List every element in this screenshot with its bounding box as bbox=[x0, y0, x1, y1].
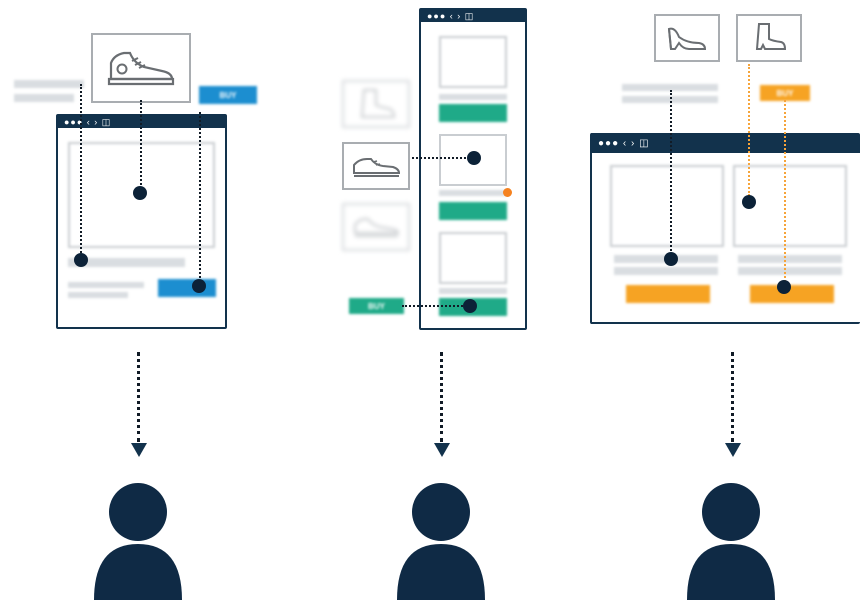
down-arrow-line bbox=[440, 352, 443, 442]
notification-dot bbox=[503, 188, 512, 197]
product-image-sneaker bbox=[91, 33, 191, 103]
ankle-boot-icon bbox=[755, 23, 787, 50]
product-image-placeholder bbox=[610, 165, 724, 247]
product-image-placeholder bbox=[439, 36, 507, 88]
connector-line bbox=[402, 305, 470, 307]
down-arrow-head bbox=[131, 443, 147, 457]
buy-label: BUY bbox=[776, 88, 794, 98]
product-image-placeholder bbox=[439, 232, 507, 284]
browser-window-2: ●●● ‹ › ◫ bbox=[419, 8, 527, 330]
buy-button[interactable] bbox=[626, 285, 710, 303]
sneaker-icon bbox=[107, 51, 175, 86]
connector-dot bbox=[133, 186, 147, 200]
browser-window-3: ●●● ‹ › ◫ bbox=[590, 133, 860, 324]
product-image-high-heel bbox=[654, 14, 720, 62]
text-bar bbox=[439, 288, 507, 294]
connector-line-orange bbox=[784, 100, 786, 286]
text-bar bbox=[738, 267, 842, 275]
connector-line bbox=[412, 157, 474, 159]
user-icon bbox=[391, 478, 491, 608]
connector-dot bbox=[664, 252, 678, 266]
text-bar bbox=[439, 190, 507, 196]
connector-line bbox=[670, 90, 672, 258]
connector-dot bbox=[463, 299, 477, 313]
floating-buy-button[interactable]: BUY bbox=[760, 85, 810, 101]
down-arrow-head bbox=[725, 443, 741, 457]
boot-icon bbox=[360, 89, 396, 118]
product-image-sneaker bbox=[342, 203, 410, 251]
connector-line-orange bbox=[748, 64, 750, 196]
down-arrow-head bbox=[434, 443, 450, 457]
product-image-dress-shoe bbox=[342, 142, 410, 190]
floating-buy-button[interactable]: BUY bbox=[349, 298, 404, 314]
connector-dot bbox=[777, 280, 791, 294]
text-bar bbox=[68, 282, 144, 288]
product-image-ankle-boot bbox=[736, 14, 802, 62]
buy-button[interactable] bbox=[439, 104, 507, 122]
text-bar bbox=[68, 292, 128, 298]
connector-dot bbox=[467, 151, 481, 165]
connector-line bbox=[199, 112, 201, 286]
connector-dot bbox=[74, 253, 88, 267]
buy-button[interactable] bbox=[750, 285, 834, 303]
text-bar bbox=[614, 267, 718, 275]
user-icon bbox=[681, 478, 781, 608]
sneaker-icon bbox=[354, 218, 400, 237]
window-titlebar: ●●● ‹ › ◫ bbox=[592, 135, 860, 153]
floating-text-bar bbox=[14, 94, 74, 102]
product-image-boot bbox=[342, 80, 410, 128]
floating-buy-button[interactable]: BUY bbox=[199, 86, 257, 104]
user-icon bbox=[88, 478, 188, 608]
dress-shoe-icon bbox=[353, 158, 401, 177]
buy-label: BUY bbox=[219, 90, 237, 100]
down-arrow-line bbox=[731, 352, 734, 442]
window-titlebar: ●●● ‹ › ◫ bbox=[421, 10, 525, 22]
connector-line bbox=[140, 100, 142, 192]
connector-dot bbox=[192, 279, 206, 293]
connector-dot bbox=[742, 195, 756, 209]
buy-button[interactable] bbox=[158, 279, 216, 297]
down-arrow-line bbox=[137, 352, 140, 442]
buy-label: BUY bbox=[368, 301, 385, 311]
buy-button[interactable] bbox=[439, 202, 507, 220]
high-heel-icon bbox=[667, 27, 707, 50]
floating-text-bar bbox=[14, 80, 84, 88]
text-bar bbox=[738, 255, 842, 263]
text-bar bbox=[439, 94, 507, 100]
connector-line bbox=[80, 84, 82, 260]
